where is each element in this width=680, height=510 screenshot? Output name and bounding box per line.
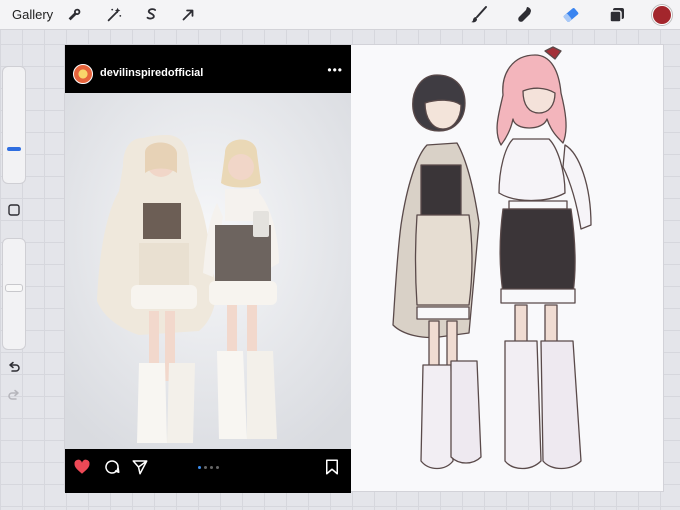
color-picker-swatch[interactable] bbox=[652, 5, 672, 25]
ig-post-header: devilinspiredofficial ••• bbox=[65, 45, 351, 93]
carousel-dot bbox=[198, 466, 201, 469]
wrench-icon[interactable] bbox=[64, 5, 84, 25]
redo-icon[interactable] bbox=[4, 386, 24, 406]
heart-icon[interactable] bbox=[73, 458, 91, 476]
selection-icon[interactable] bbox=[142, 5, 162, 25]
drawing-canvas[interactable]: devilinspiredofficial ••• bbox=[64, 44, 665, 493]
carousel-dot bbox=[216, 466, 219, 469]
brush-size-thumb[interactable] bbox=[7, 147, 21, 151]
carousel-dot bbox=[204, 466, 207, 469]
smudge-icon[interactable] bbox=[514, 4, 536, 26]
eraser-icon[interactable] bbox=[560, 4, 582, 26]
ig-carousel-indicator bbox=[198, 466, 219, 469]
ig-photo-illustration bbox=[65, 93, 351, 449]
ig-action-bar bbox=[65, 449, 351, 485]
brush-size-slider[interactable] bbox=[2, 66, 26, 184]
character-drawing bbox=[385, 45, 665, 493]
gallery-button[interactable]: Gallery bbox=[12, 7, 53, 22]
share-icon[interactable] bbox=[131, 458, 149, 476]
transform-arrow-icon[interactable] bbox=[178, 5, 198, 25]
opacity-thumb[interactable] bbox=[5, 284, 23, 292]
left-sidebar bbox=[2, 66, 26, 408]
brush-icon[interactable] bbox=[468, 4, 490, 26]
drawing-illustration bbox=[392, 46, 592, 470]
magic-wand-icon[interactable] bbox=[104, 5, 124, 25]
comment-icon[interactable] bbox=[103, 458, 121, 476]
modify-square-button[interactable] bbox=[4, 200, 24, 220]
ig-photo bbox=[65, 93, 351, 449]
layers-icon[interactable] bbox=[606, 4, 628, 26]
instagram-reference-post: devilinspiredofficial ••• bbox=[65, 45, 351, 493]
ig-caption-cutoff bbox=[73, 485, 273, 493]
opacity-slider[interactable] bbox=[2, 238, 26, 350]
ig-avatar[interactable] bbox=[73, 64, 93, 84]
ig-more-options-icon[interactable]: ••• bbox=[327, 63, 343, 77]
undo-icon[interactable] bbox=[4, 358, 24, 378]
bookmark-icon[interactable] bbox=[323, 458, 341, 476]
ig-username[interactable]: devilinspiredofficial bbox=[100, 67, 203, 79]
carousel-dot bbox=[210, 466, 213, 469]
top-toolbar: Gallery bbox=[0, 0, 680, 30]
